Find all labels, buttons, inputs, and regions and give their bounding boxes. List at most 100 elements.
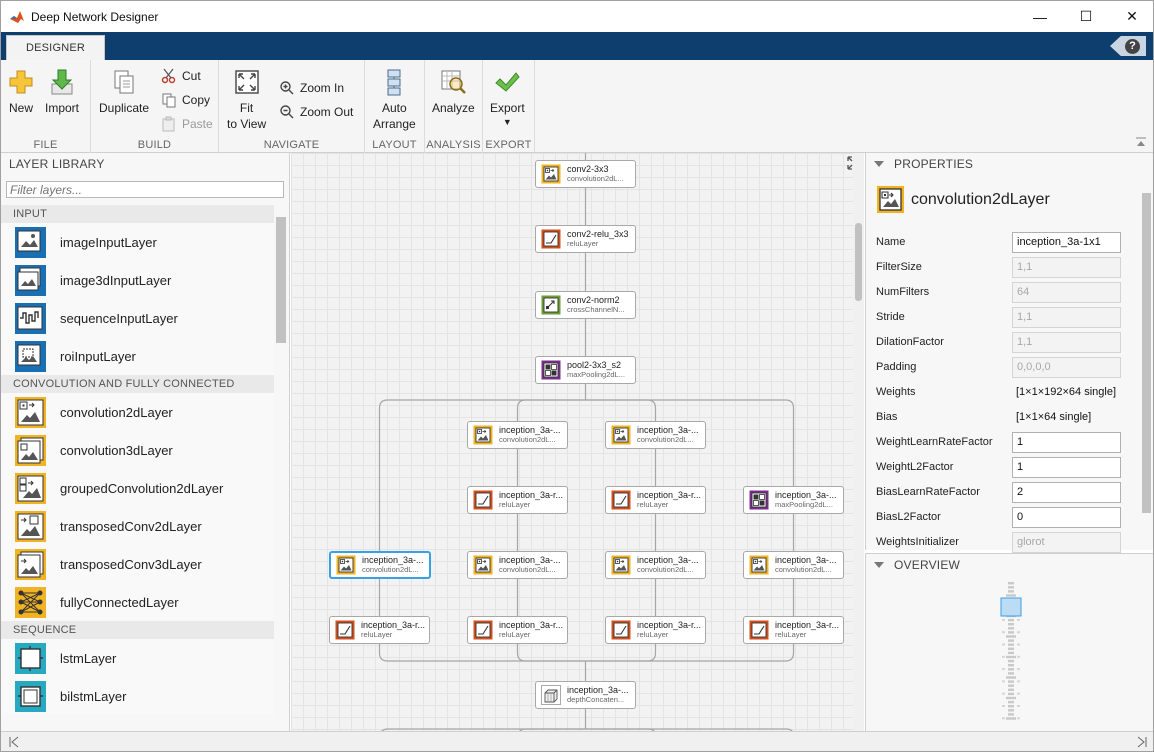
network-node-concat[interactable]: inception_3a-... depthConcaten... xyxy=(535,681,636,709)
library-item-transposedConv3dLayer[interactable]: transposedConv3dLayer xyxy=(1,545,274,583)
convolution-layer-icon xyxy=(877,186,904,213)
status-bar xyxy=(1,731,1153,751)
export-button[interactable]: Export ▼ xyxy=(490,68,525,128)
properties-header[interactable]: PROPERTIES xyxy=(866,153,1153,174)
property-row-stride: Stride 1,1 xyxy=(876,306,1126,328)
library-item-label: transposedConv3dLayer xyxy=(60,556,202,572)
node-name: inception_3a-r... xyxy=(637,490,702,500)
conv-layer-icon xyxy=(611,555,631,575)
library-category-header: INPUT xyxy=(1,205,274,223)
property-value-name[interactable]: inception_3a-1x1 xyxy=(1012,231,1121,253)
library-item-image3dInputLayer[interactable]: image3dInputLayer xyxy=(1,261,274,299)
property-row-weightlearnratefactor: WeightLearnRateFactor 1 xyxy=(876,431,1126,453)
library-item-fullyConnectedLayer[interactable]: fullyConnectedLayer xyxy=(1,583,274,621)
network-node-pool[interactable]: pool2-3x3_s2 maxPooling2dL... xyxy=(535,356,636,384)
last-page-icon[interactable] xyxy=(1137,736,1147,748)
network-canvas[interactable]: conv2-3x3 convolution2dL... conv2-relu_3x3… xyxy=(291,153,864,731)
help-button[interactable]: ? xyxy=(1110,36,1146,56)
network-node-relu[interactable]: inception_3a-r... reluLayer xyxy=(467,486,568,514)
property-value-weightlearnratefactor[interactable]: 1 xyxy=(1012,431,1121,453)
property-label: BiasL2Factor xyxy=(876,511,941,523)
close-button[interactable]: ✕ xyxy=(1109,1,1153,32)
conv-layer-icon xyxy=(473,555,493,575)
node-type: convolution2dL... xyxy=(775,565,832,574)
network-node-pool[interactable]: inception_3a-... maxPooling2dL... xyxy=(743,486,844,514)
property-value-bias: [1×1×64 single] xyxy=(1016,411,1092,423)
library-item-sequenceInputLayer[interactable]: sequenceInputLayer xyxy=(1,299,274,337)
relu-layer-icon xyxy=(611,620,631,640)
duplicate-button[interactable]: Duplicate xyxy=(99,68,149,116)
property-value-weights: [1×1×192×64 single] xyxy=(1016,386,1117,398)
copy-button[interactable]: Copy xyxy=(161,92,210,108)
network-node-relu[interactable]: inception_3a-r... reluLayer xyxy=(743,616,844,644)
auto-arrange-icon xyxy=(387,69,401,96)
properties-scrollbar[interactable] xyxy=(1139,181,1153,551)
node-type: reluLayer xyxy=(499,630,531,639)
library-item-imageInputLayer[interactable]: imageInputLayer xyxy=(1,223,274,261)
network-node-conv[interactable]: inception_3a-... convolution2dL... xyxy=(605,551,706,579)
property-value-padding: 0,0,0,0 xyxy=(1012,356,1121,378)
property-label: NumFilters xyxy=(876,286,930,298)
overview-header[interactable]: OVERVIEW xyxy=(866,554,1153,575)
overview-minimap[interactable] xyxy=(866,576,1154,732)
property-row-biasl2factor: BiasL2Factor 0 xyxy=(876,506,1126,528)
network-node-conv[interactable]: inception_3a-... convolution2dL... xyxy=(467,551,568,579)
library-item-transposedConv2dLayer[interactable]: transposedConv2dLayer xyxy=(1,507,274,545)
network-node-relu[interactable]: inception_3a-r... reluLayer xyxy=(467,616,568,644)
node-type: reluLayer xyxy=(775,630,807,639)
cut-button[interactable]: Cut xyxy=(161,68,201,84)
library-item-label: lstmLayer xyxy=(60,650,117,666)
paste-button[interactable]: Paste xyxy=(161,116,213,132)
property-label: Weights xyxy=(876,386,916,398)
analyze-button[interactable]: Analyze xyxy=(432,68,475,116)
library-item-label: fullyConnectedLayer xyxy=(60,594,179,610)
node-type: reluLayer xyxy=(567,239,599,248)
node-type: reluLayer xyxy=(637,630,669,639)
network-node-conv[interactable]: conv2-3x3 convolution2dL... xyxy=(535,160,636,188)
fit-to-view-button[interactable]: Fit to View xyxy=(227,68,266,132)
property-value-biasl2factor[interactable]: 0 xyxy=(1012,506,1121,528)
deep-network-designer-window: Deep Network Designer — ☐ ✕ DESIGNER ? N… xyxy=(0,0,1154,752)
new-button[interactable]: New xyxy=(7,68,35,116)
network-node-relu[interactable]: conv2-relu_3x3 reluLayer xyxy=(535,225,636,253)
filter-layers-input[interactable] xyxy=(6,181,284,198)
import-button[interactable]: Import xyxy=(45,68,79,116)
node-type: convolution2dL... xyxy=(362,565,419,574)
network-node-norm[interactable]: conv2-norm2 crossChannelN... xyxy=(535,291,636,319)
library-item-bilstmLayer[interactable]: bilstmLayer xyxy=(1,677,274,715)
library-item-convolution3dLayer[interactable]: convolution3dLayer xyxy=(1,431,274,469)
network-node-relu[interactable]: inception_3a-r... reluLayer xyxy=(329,616,430,644)
node-name: inception_3a-... xyxy=(775,490,837,500)
canvas-vertical-scrollbar[interactable] xyxy=(853,153,864,731)
library-item-label: imageInputLayer xyxy=(60,234,157,250)
library-item-groupedConvolution2dLayer[interactable]: groupedConvolution2dLayer xyxy=(1,469,274,507)
library-item-convolution2dLayer[interactable]: convolution2dLayer xyxy=(1,393,274,431)
checkmark-icon xyxy=(495,72,520,92)
first-page-icon[interactable] xyxy=(9,736,19,748)
network-node-conv[interactable]: inception_3a-... convolution2dL... xyxy=(743,551,844,579)
zoom-out-button[interactable]: Zoom Out xyxy=(279,104,353,120)
maximize-button[interactable]: ☐ xyxy=(1063,1,1109,32)
property-value-biaslearnratefactor[interactable]: 2 xyxy=(1012,481,1121,503)
auto-arrange-button[interactable]: Auto Arrange xyxy=(373,68,416,132)
library-item-lstmLayer[interactable]: lstmLayer xyxy=(1,639,274,677)
node-type: reluLayer xyxy=(637,500,669,509)
network-node-conv[interactable]: inception_3a-... convolution2dL... xyxy=(329,551,431,579)
property-value-weightl2factor[interactable]: 1 xyxy=(1012,456,1121,478)
collapse-toolstrip-icon[interactable] xyxy=(1135,137,1147,147)
library-scrollbar[interactable] xyxy=(275,215,287,735)
network-node-conv[interactable]: inception_3a-... convolution2dL... xyxy=(467,421,568,449)
library-category-header: SEQUENCE xyxy=(1,621,274,639)
zoom-in-button[interactable]: Zoom In xyxy=(279,80,344,96)
network-node-relu[interactable]: inception_3a-r... reluLayer xyxy=(605,486,706,514)
network-node-conv[interactable]: inception_3a-... convolution2dL... xyxy=(605,421,706,449)
library-item-roiInputLayer[interactable]: roiInputLayer xyxy=(1,337,274,375)
library-item-label: roiInputLayer xyxy=(60,348,136,364)
tab-designer[interactable]: DESIGNER xyxy=(6,35,105,60)
minimize-button[interactable]: — xyxy=(1017,1,1063,32)
network-node-relu[interactable]: inception_3a-r... reluLayer xyxy=(605,616,706,644)
roiInputLayer-icon xyxy=(15,340,46,372)
layer-library-title: LAYER LIBRARY xyxy=(9,156,105,171)
library-item-label: transposedConv2dLayer xyxy=(60,518,202,534)
node-name: inception_3a-... xyxy=(567,685,629,695)
